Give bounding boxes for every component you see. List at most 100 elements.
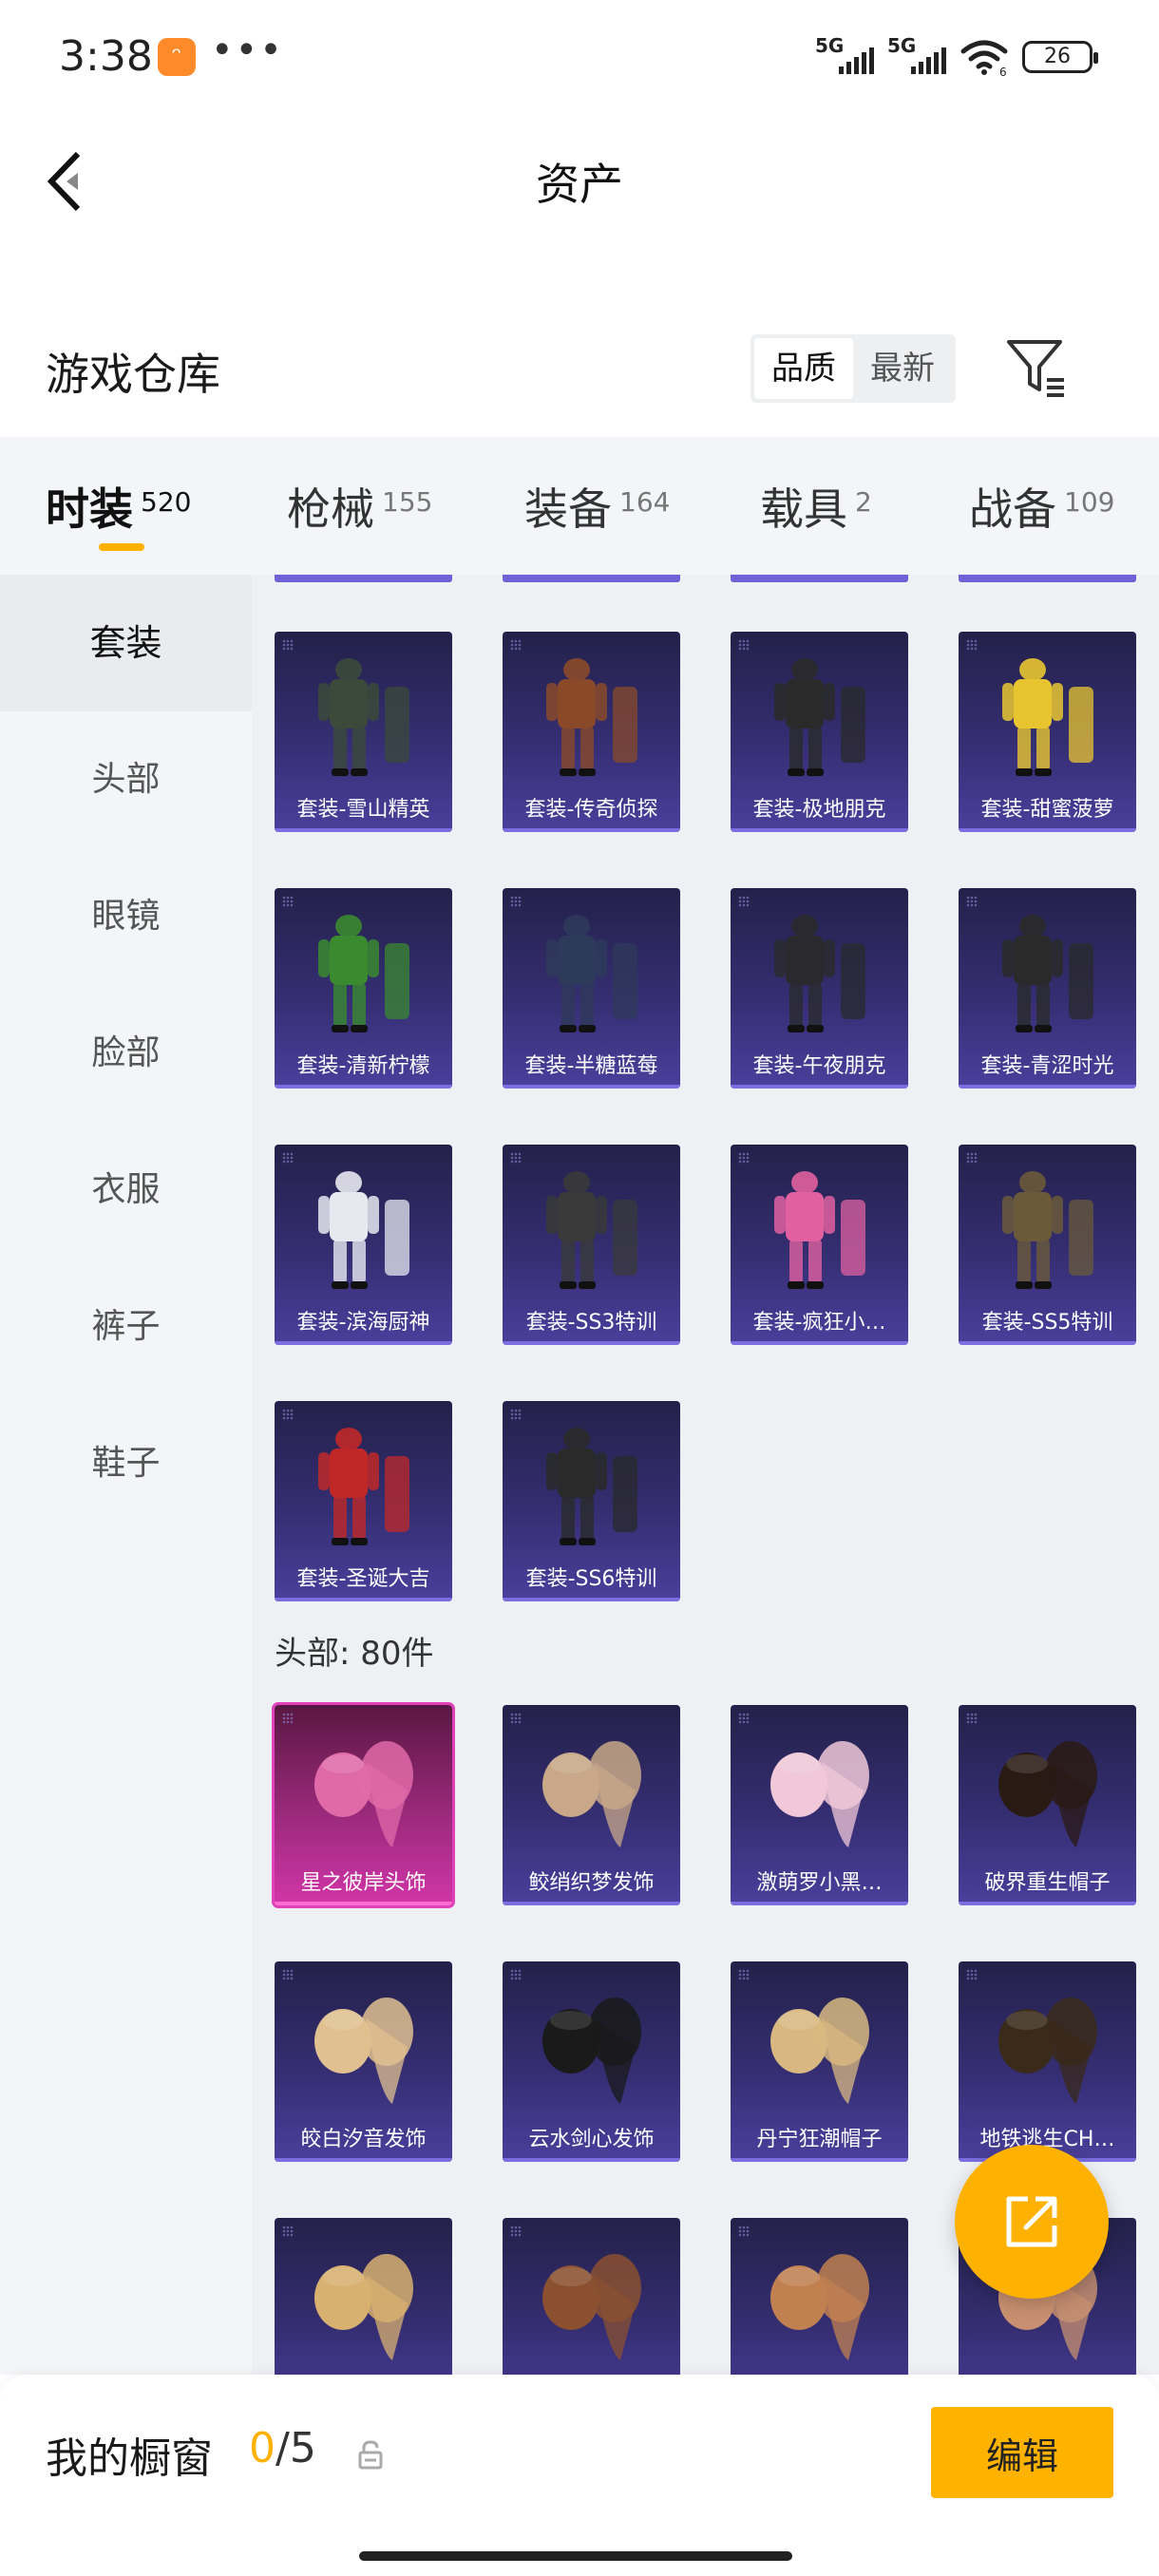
suit-card[interactable]: 套装-SS5特训 [959,1145,1136,1345]
head-section-title: 头部: 80件 [275,1635,434,1673]
headwear-card[interactable]: 丹宁狂潮帽子 [731,1961,908,2162]
signal-1-icon: 5G [815,34,874,76]
headwear-icon [770,1741,869,1847]
suit-card[interactable]: 套装-青涩时光 [959,888,1136,1089]
suit-card[interactable]: 套装-滨海厨神 [275,1145,452,1345]
tab-guns[interactable]: 枪械 155 [287,475,432,538]
card-label: 套装-SS6特训 [503,1562,680,1601]
card-label: 破界重生帽子 [959,1866,1136,1905]
card-label: 套装-极地朋克 [731,792,908,832]
card-label: 套装-SS3特训 [503,1305,680,1345]
tab-equipment[interactable]: 装备 164 [524,475,670,538]
outfit-icon [1002,658,1093,776]
headwear-icon [314,1741,413,1847]
suit-card[interactable]: 套装-午夜朋克 [731,888,908,1089]
suit-card[interactable]: 套装-传奇侦探 [503,632,680,832]
tab-vehicles[interactable]: 载具 2 [760,475,872,538]
outfit-icon [318,1428,409,1545]
suit-card[interactable]: 套装-疯狂小… [731,1145,908,1345]
suit-card[interactable]: 套装-SS3特训 [503,1145,680,1345]
card-label: 套装-疯狂小… [731,1305,908,1345]
suit-card[interactable]: 套装-清新柠檬 [275,888,452,1089]
headwear-card[interactable] [275,2218,452,2375]
scrolled-card-edge [959,575,1136,582]
card-label: 云水剑心发饰 [503,2122,680,2162]
headwear-card[interactable] [731,2218,908,2375]
headwear-icon [998,1741,1097,1847]
headwear-card[interactable] [503,2218,680,2375]
sidebar-item-glasses[interactable]: 眼镜 [0,848,252,985]
battery-indicator: 26 [1022,41,1098,73]
category-tabs: 时装 520 枪械 155 装备 164 载具 2 战备 109 [0,437,1159,575]
app-notification-icon: ᵔ [158,38,196,76]
tab-combat-supplies[interactable]: 战备 109 [969,475,1114,538]
svg-text:6: 6 [999,66,1007,76]
suit-card[interactable]: 套装-半糖蓝莓 [503,888,680,1089]
headwear-icon [314,1998,413,2104]
outfit-icon [546,1171,637,1289]
status-indicators: 5G 5G 6 26 [815,34,1098,78]
headwear-icon [770,2254,869,2360]
sidebar-item-head[interactable]: 头部 [0,711,252,848]
card-label: 激萌罗小黑… [731,1866,908,1905]
edit-button[interactable]: 编辑 [931,2407,1113,2498]
item-grid: 套装-雪山精英 套装-传奇侦探 套装-极地朋克 套装-甜蜜菠萝 套装-清新柠檬 [252,575,1159,2375]
wifi-icon: 6 [960,40,1008,76]
headwear-card[interactable]: 星之彼岸头饰 [272,1702,455,1908]
signal-2-icon: 5G [887,34,946,76]
headwear-card[interactable]: 皎白汐音发饰 [275,1961,452,2162]
outfit-icon [1002,1171,1093,1289]
home-indicator[interactable] [359,2551,792,2561]
suit-card[interactable]: 套装-圣诞大吉 [275,1401,452,1601]
tab-fashion[interactable]: 时装 520 [46,475,191,538]
more-notifications-icon: ••• [211,28,284,72]
outfit-icon [546,915,637,1032]
navigation-header: 资产 [0,114,1159,247]
card-label: 丹宁狂潮帽子 [731,2122,908,2162]
sidebar-item-suits[interactable]: 套装 [0,575,252,711]
status-time: 3:38 [59,32,153,81]
outfit-icon [1002,915,1093,1032]
headwear-icon [542,2254,641,2360]
scrolled-card-edge [275,575,452,582]
sidebar-item-face[interactable]: 脸部 [0,985,252,1122]
sidebar-item-clothes[interactable]: 衣服 [0,1122,252,1259]
status-bar: 3:38 ᵔ ••• 5G 5G 6 26 [0,0,1159,114]
share-button[interactable] [955,2145,1109,2299]
lock-icon [358,2440,383,2470]
headwear-icon [770,1998,869,2104]
card-label: 套装-半糖蓝莓 [503,1049,680,1089]
outfit-icon [318,915,409,1032]
outfit-icon [546,658,637,776]
suit-card[interactable]: 套装-甜蜜菠萝 [959,632,1136,832]
suit-card[interactable]: 套装-雪山精英 [275,632,452,832]
headwear-card[interactable]: 破界重生帽子 [959,1705,1136,1905]
card-label: 套装-滨海厨神 [275,1305,452,1345]
card-label: 套装-传奇侦探 [503,792,680,832]
sort-by-newest[interactable]: 最新 [853,338,952,399]
headwear-icon [998,1998,1097,2104]
active-tab-indicator [99,543,144,551]
showcase-count: 0/5 [249,2424,316,2472]
card-label: 星之彼岸头饰 [275,1866,452,1905]
card-label: 套装-圣诞大吉 [275,1562,452,1601]
headwear-card[interactable]: 地铁逃生CH… [959,1961,1136,2162]
card-label: 套装-甜蜜菠萝 [959,792,1136,832]
sidebar-item-shoes[interactable]: 鞋子 [0,1395,252,1532]
warehouse-title: 游戏仓库 [46,349,220,400]
headwear-card[interactable]: 激萌罗小黑… [731,1705,908,1905]
suit-card[interactable]: 套装-SS6特训 [503,1401,680,1601]
sort-by-quality[interactable]: 品质 [754,338,853,399]
headwear-card[interactable]: 鲛绡织梦发饰 [503,1705,680,1905]
headwear-card[interactable]: 云水剑心发饰 [503,1961,680,2162]
sidebar-item-pants[interactable]: 裤子 [0,1259,252,1395]
page-title: 资产 [536,159,623,210]
card-label: 套装-清新柠檬 [275,1049,452,1089]
outfit-icon [546,1428,637,1545]
card-label: 套装-午夜朋克 [731,1049,908,1089]
filter-icon[interactable] [1005,336,1068,399]
showcase-bar: 我的橱窗 0/5 编辑 [0,2375,1159,2576]
suit-card[interactable]: 套装-极地朋克 [731,632,908,832]
card-label: 鲛绡织梦发饰 [503,1866,680,1905]
card-label: 皎白汐音发饰 [275,2122,452,2162]
